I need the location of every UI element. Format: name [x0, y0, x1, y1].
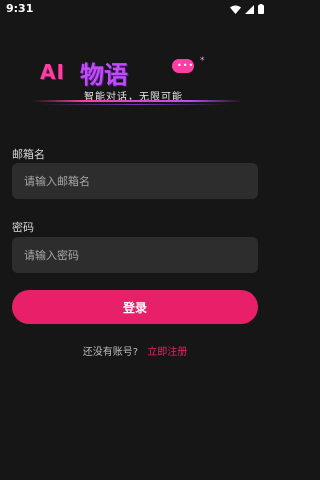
logo-ai-text: AI: [40, 60, 65, 84]
email-field[interactable]: [12, 163, 258, 199]
login-screen: 9:31 AI 物语 ••• * 智能对话，无限可能 邮箱名 密码 登录: [0, 0, 270, 480]
login-button[interactable]: 登录: [12, 290, 258, 324]
status-icons: [230, 4, 264, 14]
app-logo: AI 物语 ••• * 智能对话，无限可能: [0, 40, 270, 110]
wifi-icon: [230, 5, 241, 14]
password-label: 密码: [12, 221, 34, 234]
signal-icon: [245, 4, 254, 14]
logo-underline: [32, 100, 242, 102]
register-link[interactable]: 立即注册: [147, 347, 187, 358]
status-bar: 9:31: [0, 0, 270, 18]
logo-underline-secondary: [40, 104, 230, 105]
register-prompt: 还没有账号?: [82, 347, 139, 358]
email-label: 邮箱名: [12, 148, 45, 161]
bubble-dots: •••: [177, 61, 195, 70]
logo-name-text: 物语: [80, 61, 128, 89]
battery-icon: [258, 4, 264, 14]
register-row: 还没有账号? 立即注册: [0, 343, 270, 358]
status-time: 9:31: [6, 2, 34, 15]
password-field[interactable]: [12, 237, 258, 273]
sparkle-icon: *: [200, 56, 205, 66]
chat-bubble-icon: •••: [172, 59, 194, 73]
